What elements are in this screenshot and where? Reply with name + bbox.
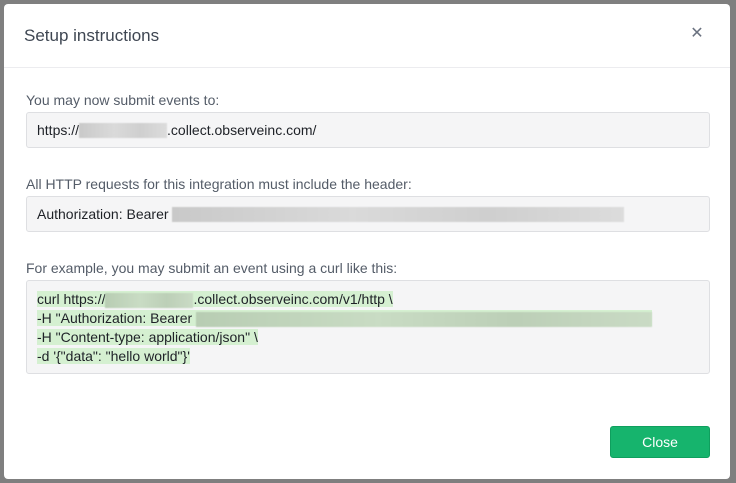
- auth-header-field[interactable]: Authorization: Bearer: [26, 196, 710, 232]
- curl-line-2: -H "Authorization: Bearer: [37, 309, 699, 328]
- redacted-token: [172, 206, 625, 222]
- curl-line-1: curl https:// .collect.observeinc.com/v1/…: [37, 290, 699, 309]
- endpoint-field[interactable]: https:// .collect.observeinc.com/: [26, 112, 710, 148]
- redacted-token: [196, 311, 653, 327]
- setup-instructions-dialog: Setup instructions ✕ You may now submit …: [4, 4, 730, 479]
- curl-line-4: -d '{"data": "hello world"}': [37, 347, 699, 366]
- redacted-customer-id: [105, 292, 194, 308]
- curl-data: -d '{"data": "hello world"}': [37, 348, 190, 364]
- curl-url-prefix: curl https://: [37, 291, 106, 307]
- endpoint-prefix: https://: [37, 122, 80, 138]
- curl-line-3: -H "Content-type: application/json" \: [37, 328, 699, 347]
- endpoint-label: You may now submit events to:: [26, 92, 220, 108]
- dialog-header: Setup instructions ✕: [4, 4, 730, 68]
- header-label: All HTTP requests for this integration m…: [26, 176, 412, 192]
- curl-content-type: -H "Content-type: application/json" \: [37, 329, 258, 345]
- redacted-customer-id: [79, 122, 168, 138]
- close-button[interactable]: Close: [610, 426, 710, 458]
- endpoint-suffix: .collect.observeinc.com/: [167, 122, 317, 138]
- close-icon[interactable]: ✕: [690, 26, 704, 42]
- curl-url-suffix: .collect.observeinc.com/v1/http \: [193, 291, 393, 307]
- curl-example[interactable]: curl https:// .collect.observeinc.com/v1/…: [26, 280, 710, 374]
- curl-auth-prefix: -H "Authorization: Bearer: [37, 310, 193, 326]
- dialog-title: Setup instructions: [24, 25, 160, 45]
- auth-header-prefix: Authorization: Bearer: [37, 206, 169, 222]
- example-label: For example, you may submit an event usi…: [26, 260, 398, 276]
